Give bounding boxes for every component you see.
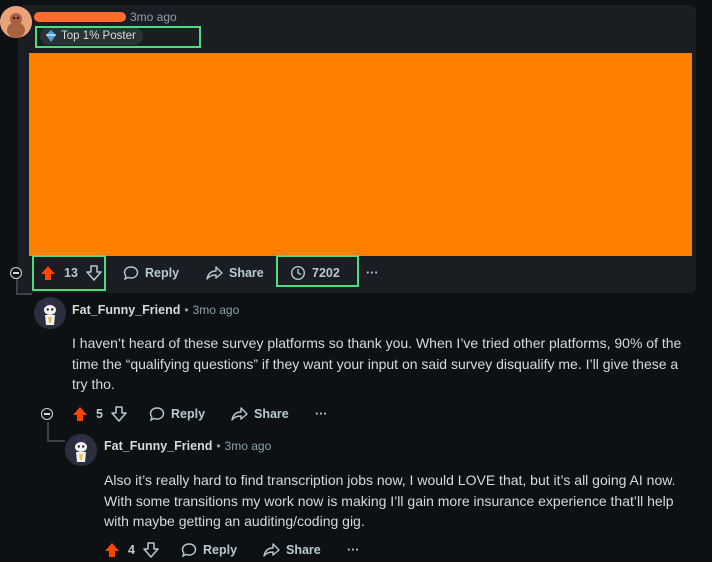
post-time: 3mo ago <box>130 10 177 24</box>
avatar[interactable] <box>65 434 97 466</box>
avatar[interactable] <box>34 297 66 329</box>
more-options-button[interactable]: ··· <box>366 264 379 282</box>
thread-line <box>47 422 49 440</box>
share-icon <box>231 406 248 422</box>
comment-line: time the “qualifying questions” if they … <box>72 355 679 372</box>
share-label: Share <box>254 407 289 421</box>
comment-header: Fat_Funny_Friend • 3mo ago <box>104 439 271 453</box>
views-highlight <box>276 255 359 287</box>
downvote-icon[interactable] <box>143 542 159 558</box>
share-label: Share <box>229 266 264 280</box>
comment-vote-group: 5 <box>72 405 127 423</box>
comment-time: 3mo ago <box>224 439 272 453</box>
vote-count: 4 <box>128 543 135 557</box>
username-redacted[interactable] <box>34 12 126 22</box>
reply-label: Reply <box>203 543 238 557</box>
share-icon <box>263 542 280 558</box>
collapse-icon[interactable] <box>41 408 53 420</box>
downvote-icon[interactable] <box>111 406 127 422</box>
comment-line: Also it’s really hard to find transcript… <box>104 472 676 488</box>
share-icon <box>206 265 223 281</box>
upvote-icon[interactable] <box>72 406 88 422</box>
thread-line <box>16 293 32 295</box>
comment-username[interactable]: Fat_Funny_Friend <box>104 439 212 453</box>
share-button[interactable]: Share <box>263 541 321 559</box>
separator-dot: • <box>216 439 221 453</box>
comment-body: I haven’t heard of these survey platform… <box>72 333 681 395</box>
reply-button[interactable]: Reply <box>181 541 237 559</box>
comment-icon <box>181 542 197 558</box>
vote-count: 5 <box>96 407 103 421</box>
flair-highlight <box>35 26 201 48</box>
comment-username[interactable]: Fat_Funny_Friend <box>72 303 180 317</box>
share-label: Share <box>286 543 321 557</box>
comment-vote-group: 4 <box>104 541 159 559</box>
reply-label: Reply <box>145 266 180 280</box>
comment-line: try tho. <box>72 376 115 392</box>
reply-button[interactable]: Reply <box>123 264 179 282</box>
comment-line: I haven’t heard of these survey platform… <box>72 335 682 351</box>
avatar[interactable] <box>0 6 32 38</box>
separator-dot: • <box>184 303 189 317</box>
comment-time: 3mo ago <box>192 303 240 317</box>
share-button[interactable]: Share <box>231 405 289 423</box>
more-options-button[interactable]: ··· <box>315 405 328 423</box>
reply-button[interactable]: Reply <box>149 405 205 423</box>
share-button[interactable]: Share <box>206 264 264 282</box>
comment-line: with maybe getting an auditing/coding gi… <box>104 513 365 529</box>
reply-label: Reply <box>171 407 206 421</box>
comment-line: With some transitions my work now is mak… <box>104 492 674 509</box>
more-options-button[interactable]: ··· <box>347 541 360 559</box>
comment-body: Also it’s really hard to find transcript… <box>104 470 675 532</box>
collapse-icon[interactable] <box>10 267 22 279</box>
comment-icon <box>149 406 165 422</box>
vote-highlight <box>32 255 106 291</box>
thread-line <box>47 440 65 442</box>
comment-icon <box>123 265 139 281</box>
comment-header: Fat_Funny_Friend • 3mo ago <box>72 303 239 317</box>
upvote-icon[interactable] <box>104 542 120 558</box>
post-media[interactable] <box>29 53 692 256</box>
